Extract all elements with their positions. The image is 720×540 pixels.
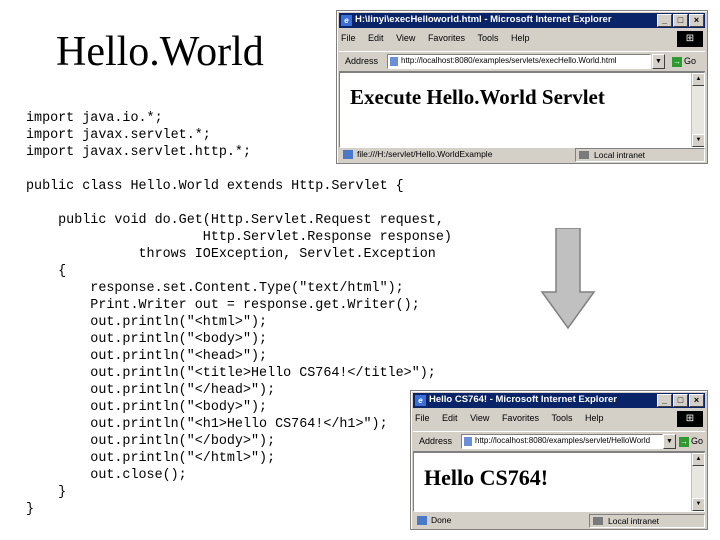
minimize-icon[interactable]: _ — [657, 394, 672, 407]
go-button[interactable]: → Go — [672, 54, 696, 69]
code-line: response.set.Content.Type("text/html"); — [26, 281, 404, 296]
address-bar: Address http://localhost:8080/examples/s… — [339, 51, 705, 72]
menu-view[interactable]: View — [470, 413, 489, 423]
zone-indicator: Local intranet — [575, 148, 705, 162]
menu-file[interactable]: File — [341, 33, 356, 43]
go-label: Go — [684, 56, 697, 66]
go-label: Go — [691, 436, 704, 446]
code-line: out.println("<head>"); — [26, 349, 268, 364]
menu-help[interactable]: Help — [585, 413, 604, 423]
vertical-scrollbar[interactable]: ▲ ▼ — [691, 453, 704, 511]
ie-logo-icon: ⊞ — [677, 31, 703, 47]
window-title: Hello CS764! - Microsoft Internet Explor… — [429, 394, 617, 405]
menu-favorites[interactable]: Favorites — [502, 413, 539, 423]
code-line: } — [26, 502, 35, 517]
status-page-icon — [343, 150, 353, 159]
page-icon — [464, 437, 472, 446]
go-arrow-icon: → — [672, 56, 682, 67]
intranet-icon — [579, 151, 589, 159]
scroll-up-icon[interactable]: ▲ — [692, 453, 704, 466]
title-bar[interactable]: e Hello CS764! - Microsoft Internet Expl… — [413, 393, 705, 408]
address-label: Address — [419, 436, 453, 446]
close-icon[interactable]: × — [689, 394, 704, 407]
code-line: out.println("<title>Hello CS764!</title>… — [26, 366, 436, 381]
status-page-icon — [417, 516, 427, 525]
ie-logo-icon: e — [415, 395, 426, 406]
code-line: public class Hello.World extends Http.Se… — [26, 179, 404, 194]
menu-tools[interactable]: Tools — [477, 33, 498, 43]
menu-bar: File Edit View Favorites Tools Help — [341, 31, 673, 47]
zone-indicator: Local intranet — [589, 514, 705, 528]
menu-help[interactable]: Help — [511, 33, 530, 43]
page-heading: Hello CS764! — [424, 465, 549, 490]
code-listing: import java.io.*; import javax.servlet.*;… — [26, 110, 452, 518]
code-line: out.println("<body>"); — [26, 332, 268, 347]
close-icon[interactable]: × — [689, 14, 704, 27]
code-line: out.println("<body>"); — [26, 400, 268, 415]
vertical-scrollbar[interactable]: ▲ ▼ — [691, 73, 704, 147]
code-line: { — [26, 264, 67, 279]
browser-window-hello: e Hello CS764! - Microsoft Internet Expl… — [410, 390, 708, 530]
code-line: } — [26, 485, 67, 500]
code-line: out.println("</body>"); — [26, 434, 276, 449]
page-viewport: Hello CS764! ▲ ▼ — [413, 452, 705, 512]
slide-title: Hello.World — [56, 29, 264, 75]
menu-bar: File Edit View Favorites Tools Help — [415, 411, 673, 427]
maximize-icon[interactable]: □ — [673, 14, 688, 27]
zone-label: Local intranet — [594, 150, 646, 160]
address-input[interactable]: http://localhost:8080/examples/servlet/H… — [461, 434, 663, 449]
window-title: H:\linyi\execHelloworld.html - Microsoft… — [355, 14, 612, 25]
menu-tools[interactable]: Tools — [551, 413, 572, 423]
menu-view[interactable]: View — [396, 33, 415, 43]
menu-favorites[interactable]: Favorites — [428, 33, 465, 43]
menu-file[interactable]: File — [415, 413, 430, 423]
code-line: out.close(); — [26, 468, 187, 483]
scroll-up-icon[interactable]: ▲ — [692, 73, 704, 86]
page-heading: Execute Hello.World Servlet — [350, 85, 605, 109]
chevron-down-icon[interactable]: ▼ — [652, 54, 665, 69]
minimize-icon[interactable]: _ — [657, 14, 672, 27]
status-text: Done — [431, 515, 452, 525]
address-input[interactable]: http://localhost:8080/examples/servlets/… — [387, 54, 651, 69]
browser-window-exec: e H:\linyi\execHelloworld.html - Microso… — [336, 10, 708, 164]
down-arrow-icon — [540, 228, 596, 330]
ie-logo-icon: e — [341, 15, 352, 26]
code-line: Http.Servlet.Response response) — [26, 230, 452, 245]
go-button[interactable]: → Go — [679, 434, 703, 449]
ie-logo-icon: ⊞ — [677, 411, 703, 427]
zone-label: Local intranet — [608, 516, 660, 526]
chevron-down-icon[interactable]: ▼ — [663, 434, 676, 449]
address-label: Address — [345, 56, 379, 66]
address-bar: Address http://localhost:8080/examples/s… — [413, 431, 705, 452]
code-line: out.println("<html>"); — [26, 315, 268, 330]
intranet-icon — [593, 517, 603, 525]
address-url: http://localhost:8080/examples/servlets/… — [401, 56, 617, 65]
page-icon — [390, 57, 398, 66]
code-line: out.println("<h1>Hello CS764!</h1>"); — [26, 417, 388, 432]
go-arrow-icon: → — [679, 436, 689, 447]
code-line: out.println("</head>"); — [26, 383, 276, 398]
status-bar: Done Local intranet — [413, 513, 705, 528]
menu-edit[interactable]: Edit — [442, 413, 458, 423]
maximize-icon[interactable]: □ — [673, 394, 688, 407]
code-line: out.println("</html>"); — [26, 451, 276, 466]
code-line: public void do.Get(Http.Servlet.Request … — [26, 213, 444, 228]
page-viewport: Execute Hello.World Servlet ▲ ▼ — [339, 72, 705, 148]
status-text: file:///H:/servlet/Hello.WorldExample — [357, 149, 493, 159]
status-bar: file:///H:/servlet/Hello.WorldExample Lo… — [339, 147, 705, 162]
code-line: throws IOException, Servlet.Exception — [26, 247, 436, 262]
scroll-down-icon[interactable]: ▼ — [692, 134, 704, 147]
menu-edit[interactable]: Edit — [368, 33, 384, 43]
address-url: http://localhost:8080/examples/servlet/H… — [475, 436, 651, 445]
scroll-down-icon[interactable]: ▼ — [692, 498, 704, 511]
code-line: Print.Writer out = response.get.Writer()… — [26, 298, 420, 313]
title-bar[interactable]: e H:\linyi\execHelloworld.html - Microso… — [339, 13, 705, 28]
